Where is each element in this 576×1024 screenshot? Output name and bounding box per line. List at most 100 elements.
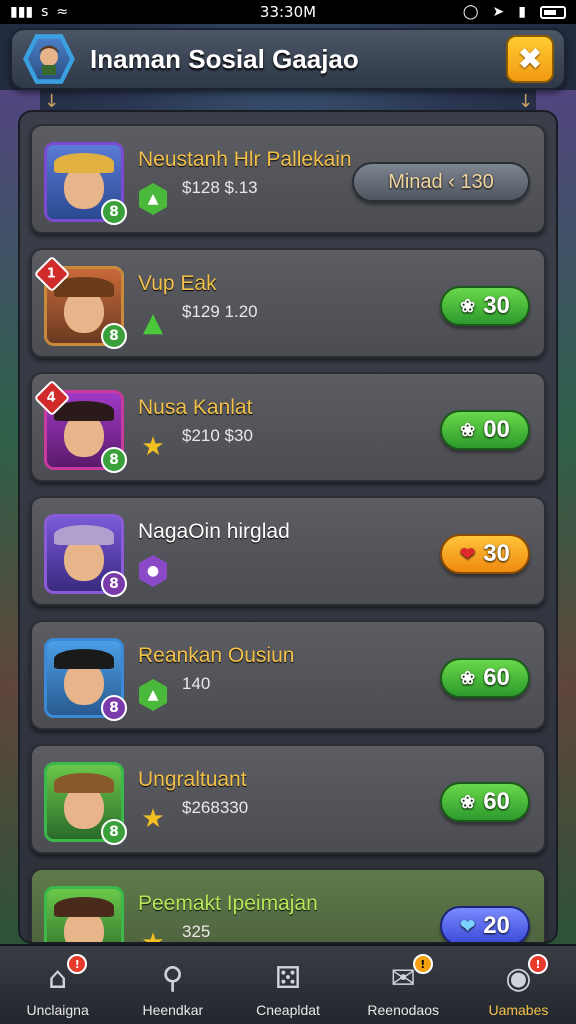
list-item[interactable]: 1 8 Vup Eak ▲ $129 1.20 ❀ 30	[30, 248, 546, 358]
nav-label: Unclaigna	[26, 1002, 89, 1018]
avatar[interactable]: 8	[44, 762, 127, 845]
nav-item-chat[interactable]: ✉ ! Reenodaos	[346, 946, 461, 1024]
avatar[interactable]: 8	[44, 142, 127, 225]
gift-button[interactable]: ❀ 00	[440, 410, 530, 450]
level-badge: 8	[101, 571, 127, 597]
cowboy-hat-icon	[54, 897, 114, 917]
level-badge: 8	[101, 447, 127, 473]
avatar-head	[54, 525, 114, 581]
avatar-head	[54, 773, 114, 829]
star-icon: ★	[141, 928, 165, 944]
level-badge: 8	[101, 323, 127, 349]
action-label: 20	[483, 912, 510, 939]
player-score: $129 1.20	[182, 302, 258, 321]
list-item[interactable]: Peemakt Ipeimajan ★ 325 ❤ 20	[30, 868, 546, 944]
gift-button[interactable]: ❀ 60	[440, 658, 530, 698]
green-shield-icon: ▲	[138, 183, 168, 215]
header-bar: Inaman Sosial Gaajao ✖	[10, 28, 566, 90]
list-item[interactable]: 8 NagaOin hirglad ● ❤ 30	[30, 496, 546, 606]
list-item[interactable]: 8 Ungraltuant ★ $268330 ❀ 60	[30, 744, 546, 854]
header-avatar-inner	[27, 38, 71, 80]
player-name: Peemakt Ipeimajan	[138, 892, 318, 915]
player-score: 140	[182, 674, 211, 693]
signal-icon: ▮▮▮	[10, 4, 34, 20]
friends-list[interactable]: 8 Neustanh Hlr Pallekain ▲ $128 $.13 Min…	[18, 110, 558, 944]
player-name: Ungraltuant	[138, 768, 247, 791]
rank-shield: ●	[139, 555, 167, 587]
wifi-icon: ≈	[56, 4, 69, 20]
heart-button[interactable]: ❤ 30	[440, 534, 530, 574]
notification-count: 1	[47, 266, 57, 282]
nav-label: Heendkar	[142, 1002, 204, 1018]
avatar[interactable]: 1 8	[33, 255, 127, 349]
avatar[interactable]: 8	[44, 638, 127, 721]
avatar-head	[54, 401, 114, 457]
list-item[interactable]: 4 8 Nusa Kanlat ★ $210 $30 ❀ 00	[30, 372, 546, 482]
hero-face-icon	[39, 45, 59, 75]
status-bar: ▮▮▮ s ≈ 33:30M ◯ ➤ ▮	[0, 0, 576, 24]
player-score: $210 $30	[182, 426, 253, 445]
crown-icon	[54, 153, 114, 173]
hero-portrait-icon[interactable]	[23, 34, 75, 84]
action-label: 00	[483, 416, 510, 443]
leaf-icon: ❀	[460, 419, 476, 440]
status-right: ◯ ➤ ▮	[463, 4, 566, 20]
battery-icon	[540, 5, 566, 19]
page-title: Inaman Sosial Gaajao	[90, 43, 359, 74]
notification-count: 4	[47, 390, 57, 406]
search-icon: ⚲	[161, 960, 184, 996]
leaf-icon: ❀	[460, 667, 476, 688]
action-label: 30	[483, 292, 510, 319]
list-item[interactable]: 8 Neustanh Hlr Pallekain ▲ $128 $.13 Min…	[30, 124, 546, 234]
gift-button[interactable]: ❀ 60	[440, 782, 530, 822]
nav-item-home[interactable]: ⌂ ! Unclaigna	[0, 946, 115, 1024]
player-name: NagaOin hirglad	[138, 520, 290, 543]
nav-item-search[interactable]: ⚲ Heendkar	[115, 946, 230, 1024]
gift-button[interactable]: ❀ 30	[440, 286, 530, 326]
bluetooth-icon: ▮	[518, 4, 526, 20]
player-name: Reankan Ousiun	[138, 644, 295, 667]
hanger-left-icon: ↓	[44, 91, 60, 112]
player-score: $268330	[182, 798, 249, 817]
blue-heart-icon: ❤	[460, 915, 476, 936]
gem-button[interactable]: ❤ 20	[440, 906, 530, 942]
avatar-face	[47, 889, 121, 942]
player-score: 325	[182, 922, 211, 941]
player-name: Vup Eak	[138, 272, 217, 295]
action-label: 60	[483, 788, 510, 815]
avatar-head	[54, 897, 114, 942]
close-icon: ✖	[517, 41, 543, 77]
star-icon: ★	[141, 432, 165, 462]
nav-notification-dot: !	[528, 954, 549, 974]
nav-notification-dot: !	[67, 954, 88, 974]
leaf-icon: ❀	[460, 791, 476, 812]
star-icon: ★	[141, 804, 165, 834]
rank-shield: ▲	[139, 679, 167, 711]
dice-icon: ⚄	[274, 960, 302, 996]
avatar[interactable]	[44, 886, 124, 942]
nav-item-profile[interactable]: ◉ ! Uamabes	[461, 946, 576, 1024]
level-badge: 8	[101, 199, 127, 225]
avatar[interactable]: 8	[44, 514, 127, 597]
action-label: Minad ‹ 130	[388, 170, 494, 193]
alarm-icon: ◯	[462, 4, 479, 20]
action-button[interactable]: Minad ‹ 130	[352, 162, 530, 202]
wizard-hat-icon	[54, 525, 114, 545]
carrier-label: s	[41, 4, 49, 20]
nav-item-dice[interactable]: ⚄ Cneapldat	[230, 946, 345, 1024]
hanger-right-icon: ↓	[518, 91, 534, 112]
nav-label: Cneapldat	[256, 1002, 320, 1018]
nav-notification-dot: !	[412, 954, 433, 974]
bottom-nav: ⌂ ! Unclaigna ⚲ Heendkar ⚄ Cneapldat ✉ !…	[0, 944, 576, 1024]
player-name: Nusa Kanlat	[138, 396, 253, 419]
purple-shield-icon: ●	[138, 555, 168, 587]
close-button[interactable]: ✖	[506, 35, 554, 83]
action-label: 30	[483, 540, 510, 567]
avatar-head	[54, 649, 114, 705]
nav-label: Reenodaos	[367, 1002, 440, 1018]
list-item[interactable]: 8 Reankan Ousiun ▲ 140 ❀ 60	[30, 620, 546, 730]
avatar-head	[54, 277, 114, 333]
avatar[interactable]: 4 8	[33, 379, 127, 473]
horned-helmet-icon	[54, 649, 114, 669]
player-name: Neustanh Hlr Pallekain	[138, 148, 352, 171]
